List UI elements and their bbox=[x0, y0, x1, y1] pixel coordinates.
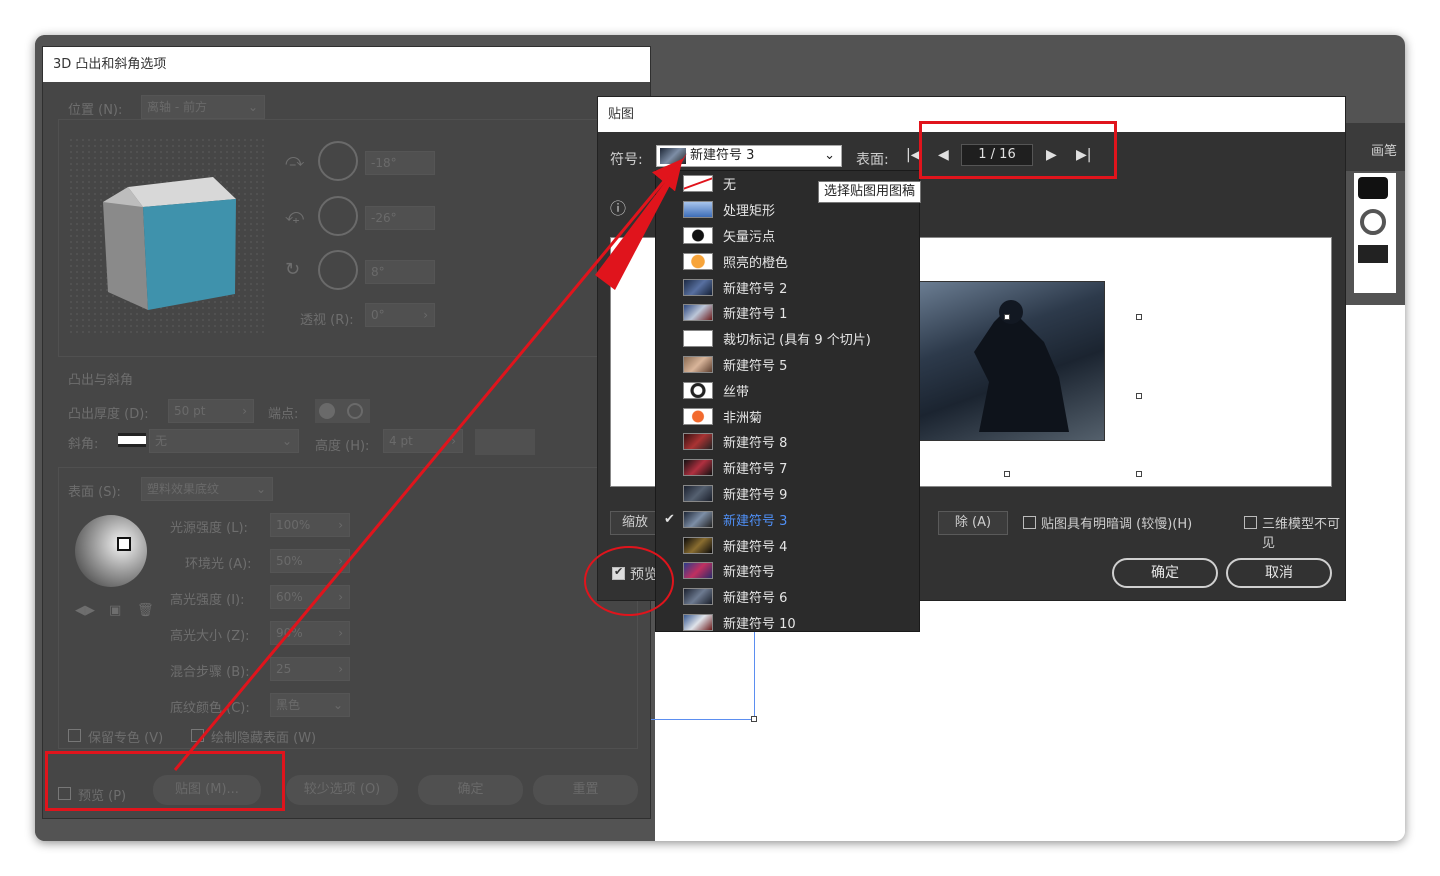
window-frame: 画笔 3D 凸出和斜角选项 位置 (N): 离轴 - 前方 ⌄ ⤼ -18° ⤽ … bbox=[35, 35, 1405, 841]
annotation-arrow bbox=[173, 153, 687, 771]
